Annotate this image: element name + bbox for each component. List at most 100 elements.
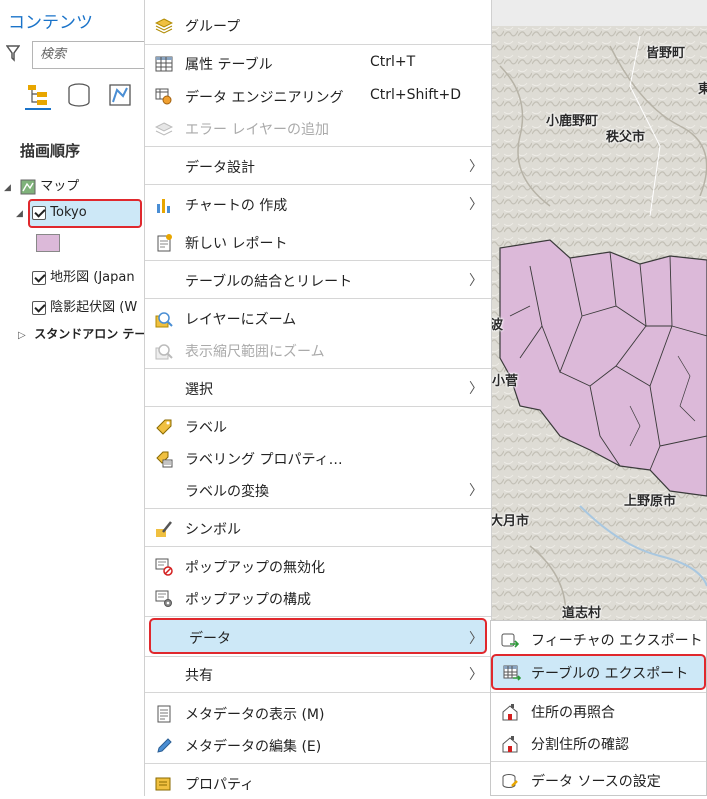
label-tag-icon — [156, 419, 172, 435]
menu-item-group[interactable]: グループ — [145, 9, 491, 41]
chevron-right-icon: 〉 — [469, 667, 483, 683]
menu-separator — [145, 184, 491, 185]
disable-popup-icon — [155, 558, 173, 576]
tree-item-map[interactable]: ◢ マップ — [4, 175, 79, 195]
map-label: 大月市 — [490, 514, 530, 529]
menu-item-share[interactable]: 共有 〉 — [145, 658, 491, 690]
configure-popup-icon — [155, 590, 172, 607]
menu-separator — [145, 44, 491, 45]
properties-icon — [155, 777, 171, 791]
map-label: 道志村 — [562, 606, 602, 621]
visibility-checkbox[interactable] — [32, 205, 47, 220]
tokyo-symbol-swatch[interactable] — [36, 234, 60, 252]
data-source-icon — [502, 774, 518, 788]
tree-item-label: 陰影起伏図 (W — [50, 300, 138, 315]
menu-separator — [145, 616, 491, 617]
menu-item-new-report[interactable]: 新しい レポート — [145, 226, 491, 258]
menu-separator — [491, 692, 706, 693]
menu-item-attribute-table[interactable]: 属性 テーブル Ctrl+T — [145, 47, 491, 79]
menu-item-disable-popups[interactable]: ポップアップの無効化 — [145, 550, 491, 582]
labeling-properties-icon — [156, 451, 173, 468]
list-by-selection-button[interactable] — [107, 82, 133, 110]
menu-item-edit-metadata[interactable]: メタデータの編集 (E) — [145, 729, 491, 761]
tree-item-terrain[interactable]: 地形図 (Japan — [32, 266, 135, 285]
metadata-document-icon — [157, 705, 171, 723]
symbology-brush-icon — [156, 521, 172, 537]
tree-item-tokyo[interactable]: ◢ Tokyo — [16, 205, 87, 220]
drawing-order-icon — [28, 85, 47, 105]
pencil-icon — [157, 738, 172, 753]
submenu-item-export-features[interactable]: フィーチャの エクスポート — [491, 623, 706, 655]
menu-separator — [145, 656, 491, 657]
collapse-triangle-icon[interactable]: ◢ — [16, 209, 28, 219]
database-icon — [68, 83, 90, 107]
tree-item-hillshade[interactable]: 陰影起伏図 (W — [32, 296, 137, 315]
error-layers-icon — [155, 122, 173, 136]
list-by-drawing-order-button[interactable] — [25, 82, 51, 110]
chevron-right-icon: 〉 — [469, 159, 483, 175]
tree-item-label: マップ — [40, 179, 80, 194]
chevron-right-icon: 〉 — [469, 197, 483, 213]
menu-item-data-design[interactable]: データ設計 〉 — [145, 150, 491, 182]
map-top-strip — [490, 0, 707, 26]
menu-item-data-engineering[interactable]: データ エンジニアリング Ctrl+Shift+D — [145, 80, 491, 112]
filter-icon[interactable] — [5, 44, 21, 66]
menu-separator — [145, 260, 491, 261]
chevron-right-icon: 〉 — [469, 381, 483, 397]
menu-item-joins-and-relates[interactable]: テーブルの結合とリレート 〉 — [145, 264, 491, 296]
export-features-icon — [501, 633, 519, 648]
menu-item-symbology[interactable]: シンボル — [145, 512, 491, 544]
chevron-right-icon: 〉 — [469, 483, 483, 499]
report-icon — [157, 234, 172, 252]
menu-item-add-error-layers[interactable]: エラー レイヤーの追加 — [145, 112, 491, 144]
menu-item-convert-labels[interactable]: ラベルの変換 〉 — [145, 474, 491, 506]
menu-separator — [145, 146, 491, 147]
list-by-data-source-button[interactable] — [66, 82, 92, 110]
menu-item-zoom-to-layer[interactable]: レイヤーにズーム — [145, 302, 491, 334]
menu-separator — [145, 763, 491, 764]
menu-item-label[interactable]: ラベル — [145, 410, 491, 442]
data-engineering-icon — [155, 88, 172, 105]
menu-item-data[interactable]: データ 〉 — [149, 618, 487, 654]
submenu-item-set-data-source[interactable]: データ ソースの設定 — [491, 764, 706, 796]
tree-item-label: Tokyo — [50, 205, 87, 220]
submenu-item-rematch-addresses[interactable]: 住所の再照合 — [491, 695, 706, 727]
menu-item-zoom-to-visible-scale[interactable]: 表示縮尺範囲にズーム — [145, 334, 491, 366]
drawing-order-heading: 描画順序 — [20, 142, 81, 160]
submenu-item-review-addresses[interactable]: 分割住所の確認 — [491, 727, 706, 759]
chevron-right-icon: 〉 — [469, 631, 483, 647]
table-icon — [155, 56, 173, 72]
menu-item-view-metadata[interactable]: メタデータの表示 (M) — [145, 697, 491, 729]
map-label: 東 — [698, 82, 707, 97]
visibility-checkbox[interactable] — [32, 270, 46, 285]
map-label: 小鹿野町 — [546, 114, 599, 129]
menu-separator — [145, 508, 491, 509]
search-input[interactable]: 検索 — [32, 41, 152, 69]
menu-item-properties[interactable]: プロパティ — [145, 767, 491, 799]
selection-map-icon — [109, 84, 131, 106]
pane-title: コンテンツ — [8, 13, 93, 33]
contents-pane: コンテンツ 検索 描画順序 ◢ マップ ◢ Tokyo 地形図 (Japan 陰… — [0, 0, 170, 796]
menu-item-configure-popups[interactable]: ポップアップの構成 — [145, 582, 491, 614]
menu-item-labeling-properties[interactable]: ラベリング プロパティ… — [145, 442, 491, 474]
menu-separator — [145, 692, 491, 693]
submenu-item-export-table[interactable]: テーブルの エクスポート — [491, 654, 706, 690]
zoom-to-layer-icon — [155, 312, 173, 328]
menu-item-create-chart[interactable]: チャートの 作成 〉 — [145, 188, 491, 220]
export-table-icon — [503, 665, 521, 681]
visibility-checkbox[interactable] — [32, 300, 46, 315]
collapse-triangle-icon[interactable]: ◢ — [4, 183, 16, 193]
layer-context-menu: グループ 属性 テーブル Ctrl+T データ エンジニアリング Ctrl+Sh… — [144, 0, 492, 796]
menu-separator — [145, 546, 491, 547]
bar-chart-icon — [157, 199, 170, 213]
menu-separator — [145, 368, 491, 369]
tree-item-label: 地形図 (Japan — [50, 270, 135, 285]
map-label: 秩父市 — [606, 130, 646, 145]
menu-item-selection[interactable]: 選択 〉 — [145, 372, 491, 404]
rematch-address-icon — [502, 704, 518, 721]
expand-triangle-icon[interactable]: ▷ — [18, 330, 30, 341]
data-submenu: フィーチャの エクスポート テーブルの エクスポート 住所の再照合 分割住所の確… — [490, 620, 707, 796]
map-label: 上野原市 — [624, 494, 677, 509]
map-icon — [20, 179, 36, 194]
review-address-icon — [502, 736, 518, 753]
